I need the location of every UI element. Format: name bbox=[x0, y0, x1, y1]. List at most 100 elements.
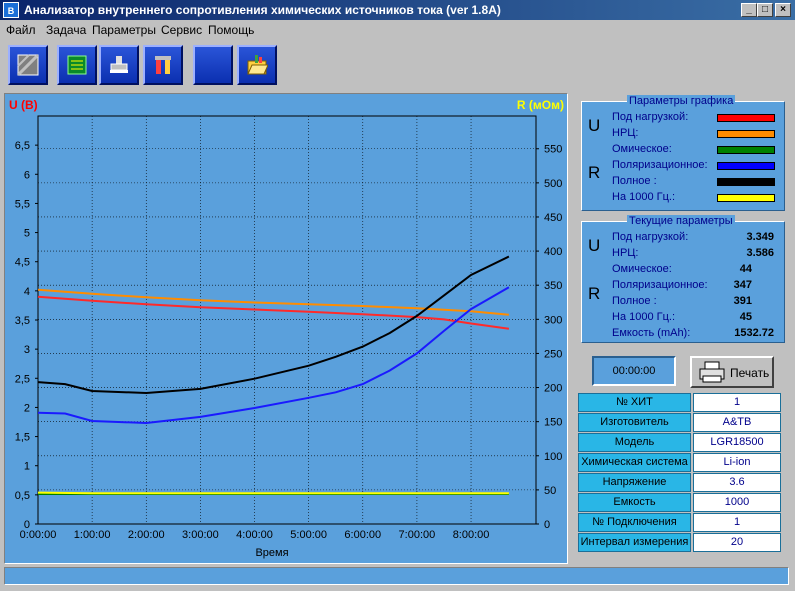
current-params-panel: Текущие параметры U R Под нагрузкой: 3.3… bbox=[581, 215, 785, 343]
x-tick-label: 1:00:00 bbox=[74, 529, 111, 541]
series-line-5 bbox=[37, 491, 509, 495]
info-value-voltage[interactable]: 3.6 bbox=[693, 473, 781, 492]
y-right-tick-label: 200 bbox=[544, 383, 562, 395]
tool-grid-icon bbox=[17, 54, 39, 76]
right-axis-label: R (мОм) bbox=[517, 98, 564, 112]
y-left-tick-label: 1,5 bbox=[15, 432, 30, 444]
legend-label: Полное : bbox=[612, 175, 657, 187]
app-icon: B bbox=[3, 2, 19, 18]
toolbar-button-1[interactable] bbox=[8, 45, 48, 85]
close-button[interactable]: × bbox=[775, 3, 791, 17]
toolbar-button-4[interactable] bbox=[143, 45, 183, 85]
info-value-connection[interactable]: 1 bbox=[693, 513, 781, 532]
param-label: Поляризационное: bbox=[612, 279, 708, 291]
toolbar-button-5[interactable] bbox=[193, 45, 233, 85]
series-line-3 bbox=[37, 286, 510, 425]
plot-frame bbox=[37, 115, 537, 525]
x-tick-label: 5:00:00 bbox=[290, 529, 327, 541]
legend-panel-title: Параметры графика bbox=[627, 95, 736, 107]
r-letter: R bbox=[588, 284, 601, 303]
x-tick-label: 8:00:00 bbox=[453, 529, 490, 541]
legend-swatch bbox=[717, 130, 775, 138]
info-label: Емкость bbox=[578, 493, 691, 512]
x-tick-label: 2:00:00 bbox=[128, 529, 165, 541]
timer-display: 00:00:00 bbox=[592, 356, 676, 386]
menu-file[interactable]: Файл bbox=[6, 23, 36, 37]
stamp-icon bbox=[110, 56, 128, 73]
param-value: 3.586 bbox=[746, 247, 774, 259]
legend-swatch bbox=[717, 194, 775, 202]
info-label: Интервал измерения bbox=[578, 533, 691, 552]
y-left-tick-label: 2 bbox=[24, 402, 30, 414]
info-label: Модель bbox=[578, 433, 691, 452]
toolbar-button-2[interactable] bbox=[57, 45, 97, 85]
legend-label: НРЦ: bbox=[612, 127, 639, 139]
x-axis-label: Время bbox=[255, 547, 288, 559]
series-line-0 bbox=[37, 295, 510, 330]
y-right-tick-label: 100 bbox=[544, 451, 562, 463]
print-button[interactable]: Печать bbox=[690, 356, 774, 388]
r-letter: R bbox=[588, 163, 601, 182]
param-value: 3.349 bbox=[746, 231, 774, 243]
info-value-model[interactable]: LGR18500 bbox=[693, 433, 781, 452]
toolbar-button-3[interactable] bbox=[99, 45, 139, 85]
info-value-interval[interactable]: 20 bbox=[693, 533, 781, 552]
menu-parameters[interactable]: Параметры bbox=[92, 23, 156, 37]
info-label: Напряжение bbox=[578, 473, 691, 492]
info-value-cell-number[interactable]: 1 bbox=[693, 393, 781, 412]
x-tick-label: 4:00:00 bbox=[236, 529, 273, 541]
x-tick-label: 3:00:00 bbox=[182, 529, 219, 541]
y-right-tick-label: 350 bbox=[544, 280, 562, 292]
info-value-manufacturer[interactable]: A&TB bbox=[693, 413, 781, 432]
y-left-tick-label: 5,5 bbox=[15, 198, 30, 210]
legend-swatch bbox=[717, 146, 775, 154]
param-value: 44 bbox=[739, 263, 752, 275]
param-label: Омическое: bbox=[612, 263, 672, 275]
toolbar bbox=[0, 39, 795, 91]
y-left-tick-label: 4 bbox=[24, 286, 30, 298]
info-label: № ХИТ bbox=[578, 393, 691, 412]
tools-icon bbox=[155, 56, 171, 74]
param-label: На 1000 Гц.: bbox=[612, 311, 676, 323]
legend-label: Поляризационное: bbox=[612, 159, 708, 171]
chip-icon bbox=[67, 55, 87, 75]
y-right-tick-label: 250 bbox=[544, 348, 562, 360]
menu-help[interactable]: Помощь bbox=[208, 23, 254, 37]
y-left-tick-label: 2,5 bbox=[15, 373, 30, 385]
param-value: 347 bbox=[733, 279, 752, 291]
chart-panel: 0:00:00 1:00:00 2:00:00 3:00:00 4:00:00 5:00:… bbox=[4, 93, 568, 564]
y-right-tick-label: 550 bbox=[544, 144, 562, 156]
u-letter: U bbox=[588, 236, 601, 255]
param-label: Полное : bbox=[612, 295, 657, 307]
y-left-tick-label: 5 bbox=[24, 228, 30, 240]
legend-swatch bbox=[717, 178, 775, 186]
menu-bar: Файл Задача Параметры Сервис Помощь bbox=[0, 20, 795, 39]
info-value-chemistry[interactable]: Li-ion bbox=[693, 453, 781, 472]
legend-swatch bbox=[717, 162, 775, 170]
param-value: 45 bbox=[739, 311, 752, 323]
toolbar-button-6[interactable] bbox=[237, 45, 277, 85]
minimize-button[interactable]: _ bbox=[741, 3, 757, 17]
status-bar bbox=[4, 567, 789, 585]
legend-label: На 1000 Гц.: bbox=[612, 191, 676, 203]
info-value-capacity[interactable]: 1000 bbox=[693, 493, 781, 512]
y-left-tick-label: 4,5 bbox=[15, 257, 30, 269]
print-button-label: Печать bbox=[730, 366, 770, 380]
legend-panel: Параметры графика U R Под нагрузкой: НРЦ… bbox=[581, 95, 785, 211]
legend-label: Под нагрузкой: bbox=[612, 111, 689, 123]
left-axis-label: U (В) bbox=[9, 98, 38, 112]
x-tick-label: 6:00:00 bbox=[344, 529, 381, 541]
y-left-tick-label: 1 bbox=[24, 461, 30, 473]
y-left-tick-label: 0,5 bbox=[15, 490, 30, 502]
param-value: 1532.72 bbox=[734, 327, 774, 339]
param-label: Под нагрузкой: bbox=[612, 231, 689, 243]
menu-service[interactable]: Сервис bbox=[161, 23, 202, 37]
info-label: Изготовитель bbox=[578, 413, 691, 432]
menu-task[interactable]: Задача bbox=[46, 23, 86, 37]
folder-open-icon bbox=[247, 55, 268, 75]
maximize-button[interactable]: □ bbox=[757, 3, 773, 17]
param-value: 391 bbox=[733, 295, 752, 307]
y-left-tick-label: 6,5 bbox=[15, 140, 30, 152]
y-left-tick-label: 0 bbox=[24, 519, 30, 531]
y-left-tick-label: 3,5 bbox=[15, 315, 30, 327]
